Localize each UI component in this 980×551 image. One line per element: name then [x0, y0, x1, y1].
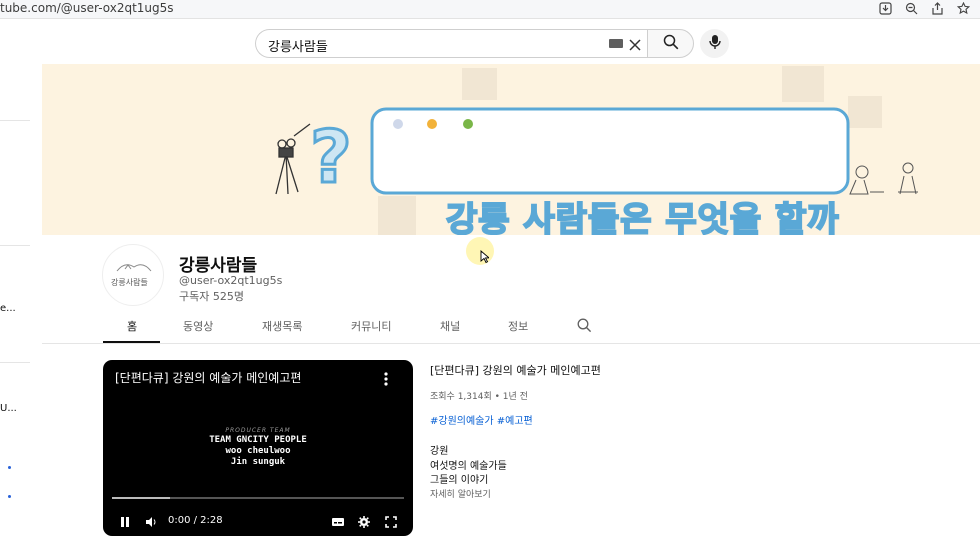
progress-fill: [112, 497, 171, 499]
credit-heading: PRODUCER TEAM: [225, 427, 291, 434]
sidebar-live-dot: [8, 495, 11, 498]
tab-playlists[interactable]: 재생목록: [262, 318, 302, 334]
credit-line: TEAM GNCITY PEOPLE: [209, 435, 307, 445]
keyboard-icon[interactable]: [609, 39, 623, 48]
url-text[interactable]: tube.com/@user-ox2qt1ug5s: [0, 1, 174, 15]
channel-avatar[interactable]: [102, 244, 164, 306]
search-button[interactable]: [647, 29, 694, 58]
left-sidebar: e... U...: [0, 20, 30, 551]
credit-line: Jin sunguk: [230, 457, 286, 467]
banner-title: 강릉 사람들은 무엇을 할까: [445, 199, 840, 235]
search-query[interactable]: 강릉사람들: [268, 36, 328, 55]
pause-icon[interactable]: [120, 513, 130, 532]
clear-search-icon[interactable]: [628, 37, 642, 51]
tab-channels[interactable]: 채널: [440, 318, 460, 334]
tab-about[interactable]: 정보: [508, 318, 528, 334]
subtitles-icon[interactable]: [331, 513, 345, 532]
credit-line: woo cheulwoo: [225, 446, 291, 456]
video-hashtags[interactable]: #강원의예술가 #예고편: [430, 412, 533, 427]
subscriber-count: 구독자 525명: [179, 290, 244, 303]
tab-videos[interactable]: 동영상: [183, 318, 213, 334]
settings-gear-icon[interactable]: [358, 513, 370, 532]
more-vert-icon[interactable]: [384, 371, 388, 386]
read-more-link[interactable]: 자세히 알아보기: [430, 487, 491, 500]
player-video-title[interactable]: [단편다큐] 강원의 예술가 메인예고편: [115, 369, 301, 386]
voice-search-button[interactable]: [700, 29, 729, 58]
avatar-text: 강릉사람들: [111, 278, 148, 287]
star-icon[interactable]: [956, 1, 970, 15]
sidebar-live-dot: [8, 466, 11, 469]
channel-banner: ? 강릉 사람들은 무엇을 할까: [42, 64, 980, 235]
time-display: 0:00 / 2:28: [168, 515, 223, 526]
channel-search-icon[interactable]: [577, 318, 592, 337]
video-player[interactable]: [단편다큐] 강원의 예술가 메인예고편 PRODUCER TEAM TEAM …: [103, 360, 413, 536]
download-icon[interactable]: [878, 1, 892, 15]
svg-text:?: ?: [310, 115, 352, 199]
channel-handle: @user-ox2qt1ug5s: [179, 274, 283, 287]
sidebar-divider: [0, 120, 30, 121]
browser-address-bar: tube.com/@user-ox2qt1ug5s: [0, 0, 980, 19]
description-line: 강원: [430, 446, 449, 457]
search-icon: [663, 34, 679, 54]
sidebar-divider: [0, 362, 30, 363]
sidebar-item[interactable]: U...: [0, 403, 17, 414]
mouse-cursor-icon: [480, 248, 491, 267]
video-title[interactable]: [단편다큐] 강원의 예술가 메인예고편: [430, 362, 601, 378]
fullscreen-icon[interactable]: [385, 513, 397, 532]
channel-tabs: 홈 동영상 재생목록 커뮤니티 채널 정보: [0, 310, 980, 344]
description-line: 그들의 이야기: [430, 475, 489, 486]
tab-home[interactable]: 홈: [127, 318, 137, 334]
youtube-channel-page: tube.com/@user-ox2qt1ug5s e... U... 강릉사람…: [0, 0, 980, 551]
progress-bar[interactable]: [112, 497, 404, 499]
microphone-icon: [708, 34, 722, 54]
avatar-logo-icon: [116, 264, 152, 272]
volume-icon[interactable]: [145, 513, 157, 532]
search-input[interactable]: 강릉사람들: [255, 29, 647, 58]
video-meta: 조회수 1,314회 • 1년 전: [430, 392, 528, 402]
zoom-icon[interactable]: [904, 1, 918, 15]
sidebar-divider: [0, 245, 30, 246]
channel-name: 강릉사람들: [179, 256, 258, 276]
description-line: 여섯명의 예술가들: [430, 461, 507, 472]
share-icon[interactable]: [930, 1, 944, 15]
tab-community[interactable]: 커뮤니티: [351, 318, 391, 334]
tabs-divider: [42, 343, 980, 344]
